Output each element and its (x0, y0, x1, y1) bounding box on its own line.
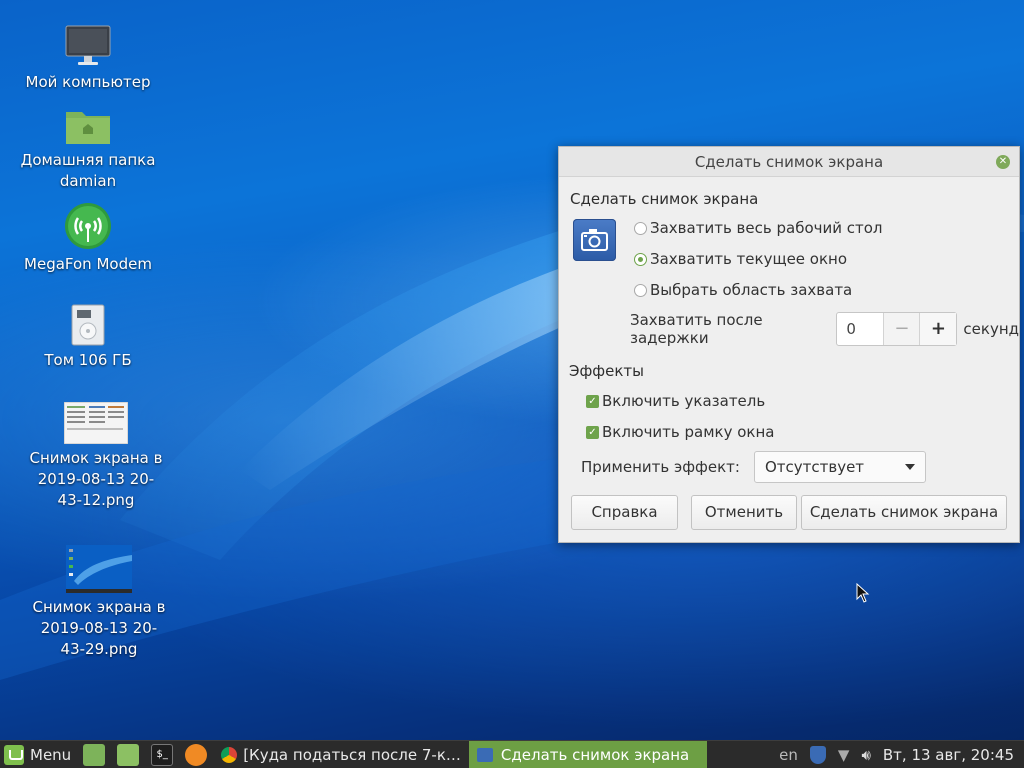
desktop-icon-label: Домашняя папка damian (20, 151, 156, 190)
home-folder-icon (66, 112, 110, 144)
option-whole-desktop[interactable]: Захватить весь рабочий стол (634, 219, 883, 237)
include-border-label: Включить рамку окна (602, 423, 775, 441)
delay-row: Захватить после задержки 0 − + секунд (630, 311, 1019, 347)
chrome-icon (221, 746, 238, 763)
terminal-icon[interactable]: $_ (151, 743, 174, 766)
dialog-title: Сделать снимок экрана (694, 153, 884, 171)
option-label: Выбрать область захвата (650, 281, 853, 299)
modem-icon (65, 203, 111, 249)
option-label: Захватить весь рабочий стол (650, 219, 883, 237)
system-tray: en ▼ 🔊︎ Вт, 13 авг, 20:45 (773, 741, 1024, 768)
drive-icon (71, 304, 105, 346)
firefox-icon[interactable] (185, 743, 208, 766)
take-screenshot-button[interactable]: Сделать снимок экрана (801, 495, 1007, 530)
task-label: Сделать снимок экрана (500, 745, 690, 764)
menu-label: Menu (30, 745, 72, 764)
checkbox-include-pointer[interactable]: ✓ (586, 394, 599, 408)
clock[interactable]: Вт, 13 авг, 20:45 (883, 746, 1014, 764)
radio-select-area[interactable] (634, 283, 647, 297)
delay-label: Захватить после задержки (630, 311, 763, 347)
mouse-pointer-icon (856, 583, 870, 603)
task-chrome[interactable]: [Куда податься после 7-к… (213, 741, 469, 768)
shield-icon[interactable] (809, 745, 826, 764)
checkbox-include-border[interactable]: ✓ (586, 425, 599, 439)
delay-spinner[interactable]: 0 − + (836, 312, 958, 346)
radio-whole-desktop[interactable] (634, 221, 647, 235)
option-current-window[interactable]: Захватить текущее окно (634, 250, 847, 268)
image-thumbnail-icon (66, 545, 132, 593)
desktop-icon-drive[interactable]: Том 106 ГБ (18, 304, 158, 371)
delay-unit: секунд (963, 320, 1019, 338)
task-screenshot[interactable]: Сделать снимок экрана (468, 740, 707, 768)
include-pointer-row[interactable]: ✓ Включить указатель (586, 392, 765, 410)
screenshot-dialog: Сделать снимок экрана ✕ Сделать снимок э… (558, 146, 1020, 543)
volume-icon[interactable]: 🔊︎ (861, 746, 870, 764)
effects-heading: Эффекты (569, 362, 644, 380)
desktop-icon-label: Том 106 ГБ (44, 351, 132, 369)
wifi-icon[interactable]: ▼ (838, 746, 850, 764)
include-border-row[interactable]: ✓ Включить рамку окна (586, 423, 775, 441)
close-button[interactable]: ✕ (996, 155, 1010, 169)
desktop-icon-label: Снимок экрана в 2019-08-13 20- 43-29.png (32, 598, 166, 658)
desktop-icon-screenshot-2[interactable]: Снимок экрана в 2019-08-13 20- 43-29.png (29, 545, 169, 660)
include-pointer-label: Включить указатель (602, 392, 766, 410)
desktop-icon-label: MegaFon Modem (24, 255, 152, 273)
keyboard-layout[interactable]: en (779, 746, 798, 764)
effect-select-value: Отсутствует (764, 458, 865, 476)
radio-current-window[interactable] (634, 252, 647, 266)
show-desktop-icon[interactable] (83, 743, 106, 766)
task-label: [Куда податься после 7-к… (243, 745, 461, 764)
plus-icon: + (930, 318, 946, 339)
dialog-titlebar[interactable]: Сделать снимок экрана ✕ (559, 147, 1019, 177)
desktop-icon-home-folder[interactable]: Домашняя папка damian (18, 106, 158, 192)
computer-icon (65, 25, 111, 65)
option-label: Захватить текущее окно (650, 250, 848, 268)
desktop-icon-screenshot-1[interactable]: Снимок экрана в 2019-08-13 20- 43-12.png (26, 402, 166, 511)
menu-button[interactable]: Menu (0, 741, 77, 768)
effect-row: Применить эффект: Отсутствует (581, 451, 926, 483)
apply-effect-label: Применить эффект: (581, 458, 740, 476)
desktop-icon-modem[interactable]: MegaFon Modem (18, 202, 158, 275)
capture-heading: Сделать снимок экрана (570, 190, 759, 208)
help-button[interactable]: Справка (571, 495, 678, 530)
taskbar: Menu $_ [Куда податься после 7-к… Сделат… (0, 740, 1024, 768)
delay-input[interactable]: 0 (837, 313, 885, 345)
cancel-button[interactable]: Отменить (691, 495, 797, 530)
desktop-icon-label: Мой компьютер (25, 73, 151, 91)
screenshot-icon (476, 747, 493, 762)
option-select-area[interactable]: Выбрать область захвата (634, 281, 852, 299)
camera-icon (573, 219, 616, 261)
files-icon[interactable] (117, 743, 140, 766)
chevron-down-icon (904, 464, 915, 470)
desktop-icon-label: Снимок экрана в 2019-08-13 20- 43-12.png (29, 449, 163, 509)
image-thumbnail-icon (64, 402, 128, 444)
desktop-icon-computer[interactable]: Мой компьютер (18, 24, 158, 93)
mint-logo-icon (4, 744, 24, 765)
close-icon: ✕ (998, 156, 1008, 167)
increment-button[interactable]: + (920, 313, 957, 345)
effect-select[interactable]: Отсутствует (753, 451, 926, 483)
minus-icon: − (894, 318, 910, 339)
decrement-button[interactable]: − (884, 313, 921, 345)
